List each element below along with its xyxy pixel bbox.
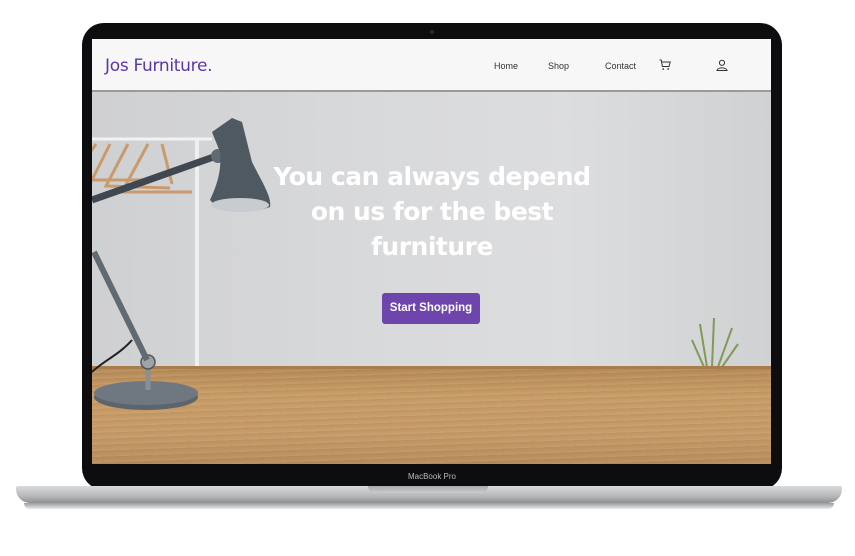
desk-lamp-image	[92, 118, 271, 410]
user-icon[interactable]	[716, 59, 728, 71]
navbar: Jos Furniture. Home Shop Contact	[92, 39, 771, 92]
camera	[430, 30, 434, 34]
nav-link-shop[interactable]: Shop	[548, 61, 569, 71]
nav-link-home[interactable]: Home	[494, 61, 518, 71]
device-model-label: MacBook Pro	[407, 472, 457, 481]
start-shopping-button[interactable]: Start Shopping	[382, 293, 480, 324]
laptop-base-shadow	[24, 503, 834, 509]
hero-headline: You can always depend on us for the best…	[273, 162, 591, 261]
nav-link-contact[interactable]: Contact	[605, 61, 636, 71]
cart-icon[interactable]	[659, 59, 671, 71]
screen: Jos Furniture. Home Shop Contact You can…	[92, 39, 771, 464]
hero-section: You can always depend on us for the best…	[92, 92, 771, 464]
brand-logo[interactable]: Jos Furniture.	[105, 56, 213, 76]
laptop-notch	[368, 486, 488, 493]
